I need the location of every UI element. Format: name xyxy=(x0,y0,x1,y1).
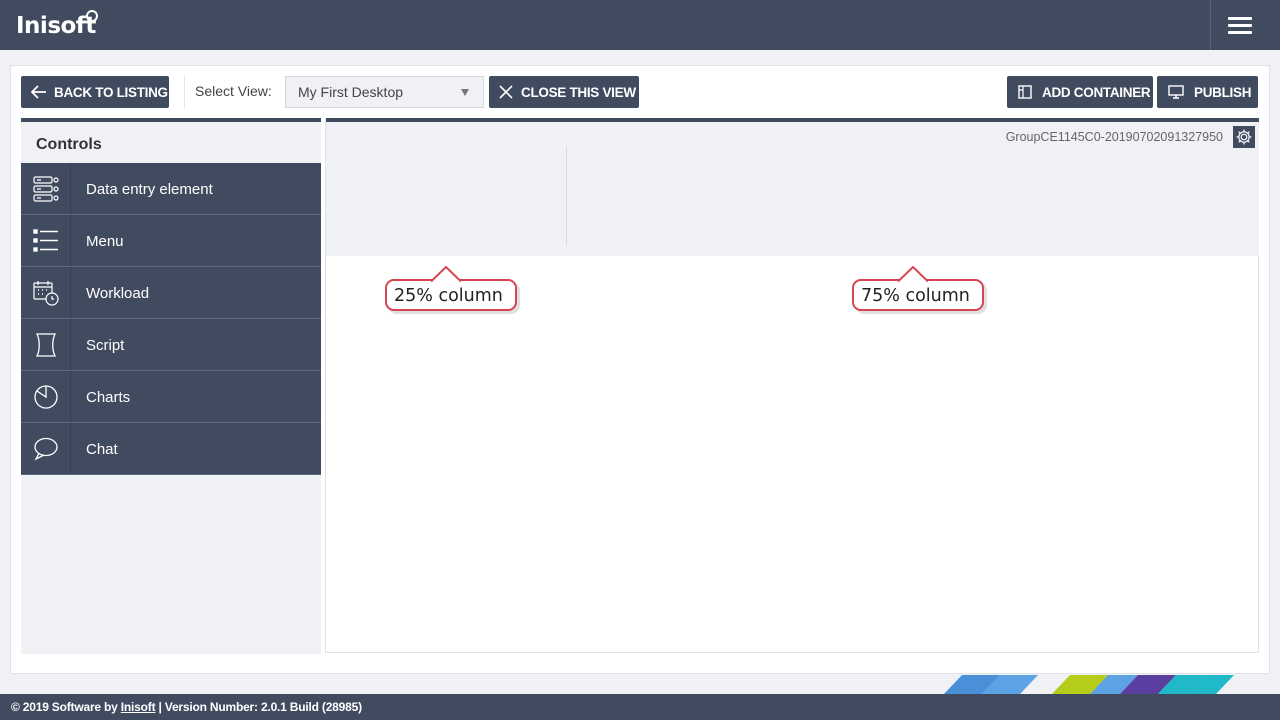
hamburger-menu-button[interactable] xyxy=(1210,0,1280,50)
column-divider xyxy=(566,146,567,246)
close-this-view-label: CLOSE THIS VIEW xyxy=(521,84,636,100)
control-item-label: Menu xyxy=(86,233,124,250)
footer-version: | Version Number: 2.0.1 Build (28985) xyxy=(155,700,363,714)
control-item-label: Workload xyxy=(86,285,150,302)
controls-list: Data entry element Menu Workload Script … xyxy=(21,163,321,475)
control-item-label: Script xyxy=(86,337,125,354)
control-item-menu[interactable]: Menu xyxy=(21,215,321,267)
control-item-label: Chat xyxy=(86,441,118,458)
script-icon xyxy=(21,319,71,370)
controls-panel: Controls Data entry element Menu Workloa… xyxy=(21,118,321,654)
monitor-icon xyxy=(1168,85,1184,99)
group-container[interactable]: GroupCE1145C0-20190702091327950 xyxy=(326,122,1259,256)
toolbar-divider xyxy=(184,76,185,108)
pie-chart-icon xyxy=(21,371,71,422)
decorative-stripes xyxy=(944,675,1234,694)
callout-tip xyxy=(898,266,928,282)
chat-bubble-icon xyxy=(21,423,71,474)
close-icon xyxy=(499,85,513,99)
add-container-button[interactable]: ADD CONTAINER xyxy=(1007,76,1153,108)
control-item-label: Data entry element xyxy=(86,181,213,198)
publish-label: PUBLISH xyxy=(1194,84,1252,100)
footer-inisoft-link[interactable]: Inisoft xyxy=(121,700,156,714)
dropdown-arrow-icon xyxy=(461,89,469,96)
back-to-listing-label: BACK TO LISTING xyxy=(54,84,168,100)
control-item-data-entry[interactable]: Data entry element xyxy=(21,163,321,215)
select-view-value: My First Desktop xyxy=(298,84,404,100)
gear-icon[interactable] xyxy=(1233,126,1255,148)
close-this-view-button[interactable]: CLOSE THIS VIEW xyxy=(489,76,639,108)
design-canvas: GroupCE1145C0-20190702091327950 25% colu… xyxy=(325,118,1259,653)
back-to-listing-button[interactable]: BACK TO LISTING xyxy=(21,76,169,108)
controls-top-line xyxy=(21,118,321,122)
control-item-label: Charts xyxy=(86,389,131,406)
group-name: GroupCE1145C0-20190702091327950 xyxy=(1005,130,1223,144)
footer-prefix: © 2019 Software by xyxy=(11,700,121,714)
arrow-left-icon xyxy=(31,85,47,99)
control-item-chat[interactable]: Chat xyxy=(21,423,321,475)
logo-ring xyxy=(86,10,98,22)
footer: © 2019 Software by Inisoft | Version Num… xyxy=(0,694,1280,720)
add-container-label: ADD CONTAINER xyxy=(1042,84,1151,100)
select-view-dropdown[interactable]: My First Desktop xyxy=(285,76,484,108)
container-icon xyxy=(1018,85,1032,99)
controls-title: Controls xyxy=(36,136,102,153)
select-view-label: Select View: xyxy=(195,83,272,99)
control-item-charts[interactable]: Charts xyxy=(21,371,321,423)
callout-text: 25% column xyxy=(394,286,503,306)
control-item-workload[interactable]: Workload xyxy=(21,267,321,319)
callout-25-column: 25% column xyxy=(385,266,517,311)
callout-75-column: 75% column xyxy=(852,266,984,311)
logo: Inisoft xyxy=(16,13,96,39)
callout-text: 75% column xyxy=(861,286,970,306)
top-bar: Inisoft xyxy=(0,0,1280,50)
control-item-script[interactable]: Script xyxy=(21,319,321,371)
publish-button[interactable]: PUBLISH xyxy=(1157,76,1258,108)
menu-list-icon xyxy=(21,215,71,266)
workload-calendar-icon xyxy=(21,267,71,318)
data-entry-icon xyxy=(21,163,71,214)
callout-tip xyxy=(431,266,461,282)
